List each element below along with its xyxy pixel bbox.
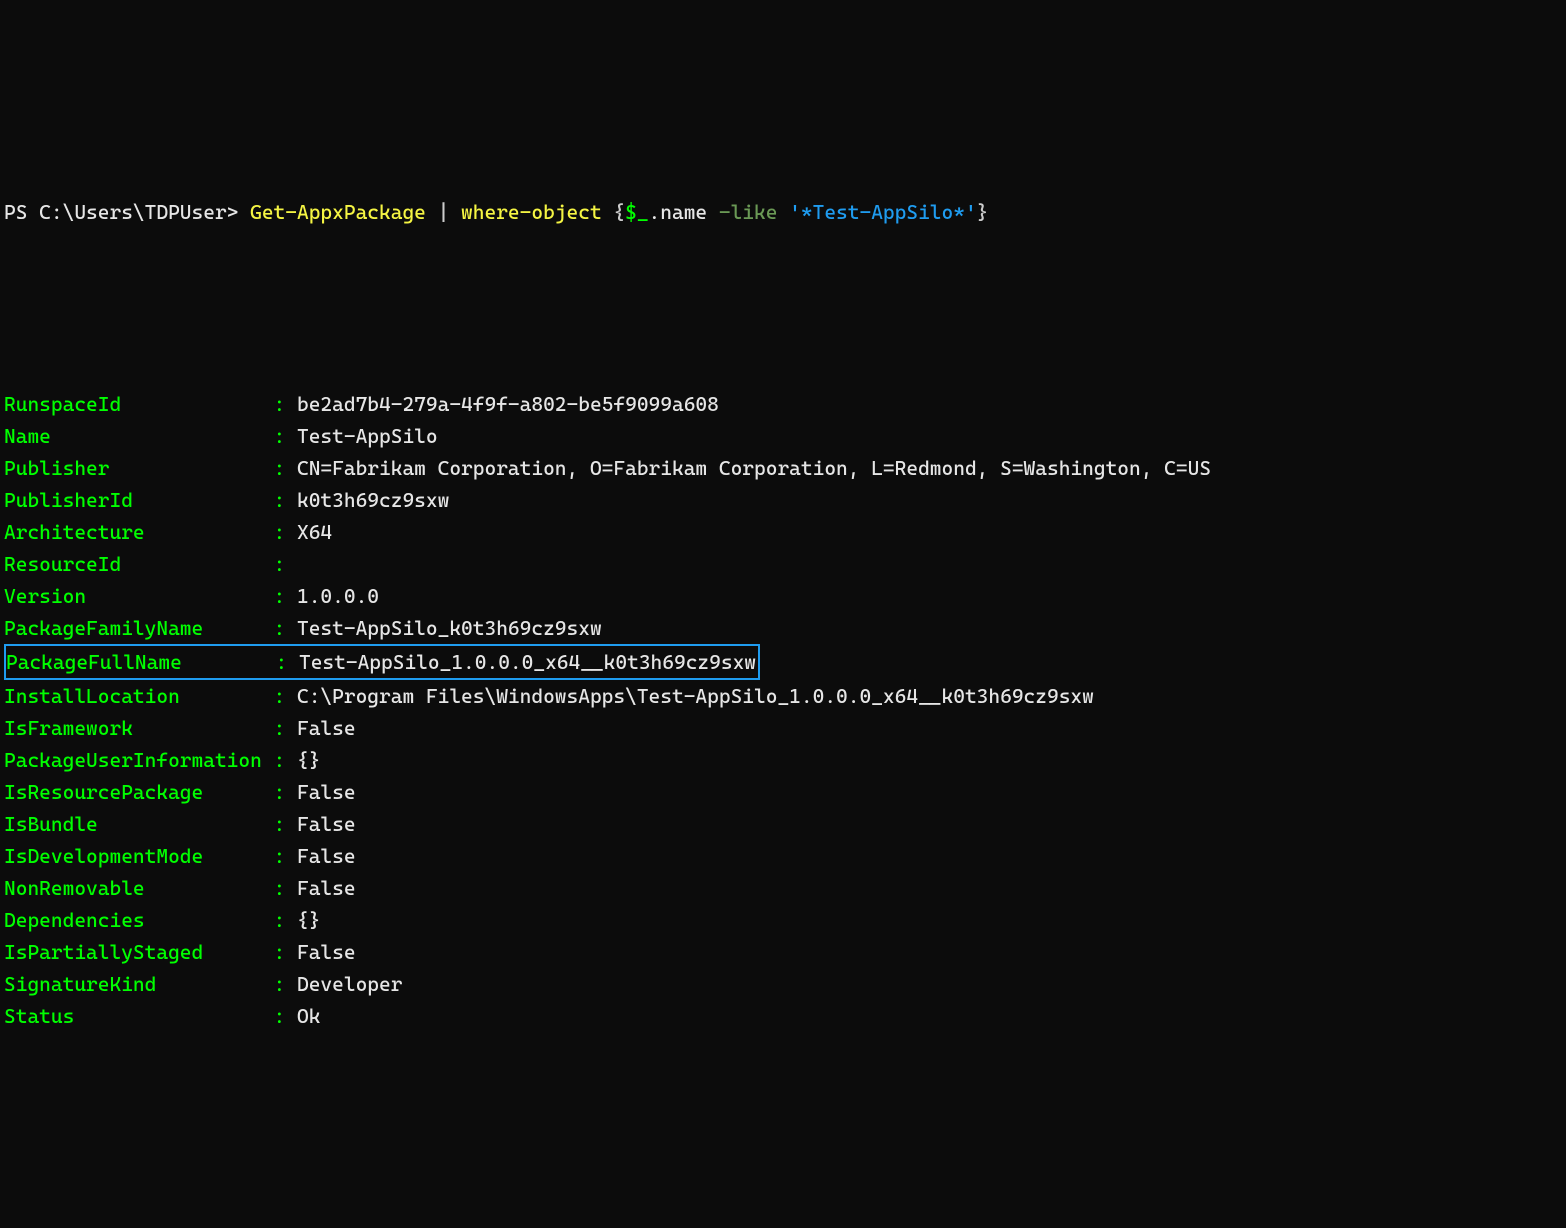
output-row-signaturekind: SignatureKind : Developer xyxy=(4,968,1562,1000)
colon-separator: : xyxy=(274,972,297,996)
property-value: k0t3h69cz9sxw xyxy=(297,488,449,512)
highlighted-property: PackageFullName : Test-AppSilo_1.0.0.0_x… xyxy=(4,644,760,680)
terminal-output: PS C:\Users\TDPUser> Get-AppxPackage | w… xyxy=(4,132,1562,1064)
property-value: {} xyxy=(297,908,320,932)
property-value: Test-AppSilo xyxy=(297,424,438,448)
property-value: be2ad7b4-279a-4f9f-a802-be5f9099a608 xyxy=(297,392,719,416)
colon-separator: : xyxy=(274,908,297,932)
property-key: IsResourcePackage xyxy=(4,780,274,804)
colon-separator: : xyxy=(274,844,297,868)
property-key: IsDevelopmentMode xyxy=(4,844,274,868)
property-key: PackageFamilyName xyxy=(4,616,274,640)
output-row-dependencies: Dependencies : {} xyxy=(4,904,1562,936)
colon-separator: : xyxy=(274,684,297,708)
output-row-ispartiallystaged: IsPartiallyStaged : False xyxy=(4,936,1562,968)
output-row-status: Status : Ok xyxy=(4,1000,1562,1032)
output-row-version: Version : 1.0.0.0 xyxy=(4,580,1562,612)
property-value: False xyxy=(297,812,356,836)
property-value: False xyxy=(297,716,356,740)
output-row-runspaceid: RunspaceId : be2ad7b4-279a-4f9f-a802-be5… xyxy=(4,388,1562,420)
string-literal-token: '*Test-AppSilo*' xyxy=(789,200,977,224)
blank-line xyxy=(4,292,1562,324)
colon-separator: : xyxy=(274,876,297,900)
colon-separator: : xyxy=(274,616,297,640)
output-row-packageuserinformation: PackageUserInformation : {} xyxy=(4,744,1562,776)
output-row-packagefullname: PackageFullName : Test-AppSilo_1.0.0.0_x… xyxy=(4,644,1562,680)
like-operator-token: -like xyxy=(719,200,789,224)
member-token: .name xyxy=(649,200,719,224)
right-brace-token: } xyxy=(977,200,989,224)
colon-separator: : xyxy=(274,424,297,448)
property-value: 1.0.0.0 xyxy=(297,584,379,608)
prompt-prefix: PS C:\Users\TDPUser> xyxy=(4,200,250,224)
property-key: IsPartiallyStaged xyxy=(4,940,274,964)
property-key: PackageUserInformation xyxy=(4,748,274,772)
output-row-publisherid: PublisherId : k0t3h69cz9sxw xyxy=(4,484,1562,516)
output-row-isresourcepackage: IsResourcePackage : False xyxy=(4,776,1562,808)
colon-separator: : xyxy=(274,392,297,416)
colon-separator: : xyxy=(276,650,299,674)
property-value: Test-AppSilo_k0t3h69cz9sxw xyxy=(297,616,602,640)
output-row-packagefamilyname: PackageFamilyName : Test-AppSilo_k0t3h69… xyxy=(4,612,1562,644)
property-value: False xyxy=(297,876,356,900)
colon-separator: : xyxy=(274,488,297,512)
colon-separator: : xyxy=(274,456,297,480)
property-key: IsBundle xyxy=(4,812,274,836)
colon-separator: : xyxy=(274,584,297,608)
property-key: Dependencies xyxy=(4,908,274,932)
property-key: InstallLocation xyxy=(4,684,274,708)
output-row-architecture: Architecture : X64 xyxy=(4,516,1562,548)
property-value: CN=Fabrikam Corporation, O=Fabrikam Corp… xyxy=(297,456,1211,480)
output-row-nonremovable: NonRemovable : False xyxy=(4,872,1562,904)
colon-separator: : xyxy=(274,748,297,772)
colon-separator: : xyxy=(274,552,297,576)
property-key: Status xyxy=(4,1004,274,1028)
property-value: False xyxy=(297,844,356,868)
colon-separator: : xyxy=(274,716,297,740)
property-key: PublisherId xyxy=(4,488,274,512)
property-value: False xyxy=(297,940,356,964)
colon-separator: : xyxy=(274,812,297,836)
cmdlet-token: Get-AppxPackage xyxy=(250,200,426,224)
left-brace-token: { xyxy=(613,200,625,224)
colon-separator: : xyxy=(274,940,297,964)
property-key: IsFramework xyxy=(4,716,274,740)
property-value: X64 xyxy=(297,520,332,544)
property-value: Developer xyxy=(297,972,402,996)
colon-separator: : xyxy=(274,780,297,804)
property-value: {} xyxy=(297,748,320,772)
property-value: Ok xyxy=(297,1004,320,1028)
command-line[interactable]: PS C:\Users\TDPUser> Get-AppxPackage | w… xyxy=(4,196,1562,228)
property-key: Architecture xyxy=(4,520,274,544)
output-row-name: Name : Test-AppSilo xyxy=(4,420,1562,452)
pipe-token: | xyxy=(426,200,461,224)
output-fields: RunspaceId : be2ad7b4-279a-4f9f-a802-be5… xyxy=(4,388,1562,1032)
property-key: PackageFullName xyxy=(6,650,276,674)
space-token xyxy=(602,200,614,224)
property-key: ResourceId xyxy=(4,552,274,576)
property-value: Test-AppSilo_1.0.0.0_x64__k0t3h69cz9sxw xyxy=(299,650,756,674)
output-row-resourceid: ResourceId : xyxy=(4,548,1562,580)
property-key: Publisher xyxy=(4,456,274,480)
colon-separator: : xyxy=(274,520,297,544)
output-row-isdevelopmentmode: IsDevelopmentMode : False xyxy=(4,840,1562,872)
property-key: NonRemovable xyxy=(4,876,274,900)
property-value: C:\Program Files\WindowsApps\Test-AppSil… xyxy=(297,684,1094,708)
colon-separator: : xyxy=(274,1004,297,1028)
property-key: Version xyxy=(4,584,274,608)
where-object-token: where-object xyxy=(461,200,602,224)
property-key: Name xyxy=(4,424,274,448)
property-key: RunspaceId xyxy=(4,392,274,416)
output-row-isbundle: IsBundle : False xyxy=(4,808,1562,840)
output-row-installlocation: InstallLocation : C:\Program Files\Windo… xyxy=(4,680,1562,712)
autovar-token: $_ xyxy=(625,200,648,224)
property-value: False xyxy=(297,780,356,804)
property-key: SignatureKind xyxy=(4,972,274,996)
output-row-publisher: Publisher : CN=Fabrikam Corporation, O=F… xyxy=(4,452,1562,484)
output-row-isframework: IsFramework : False xyxy=(4,712,1562,744)
